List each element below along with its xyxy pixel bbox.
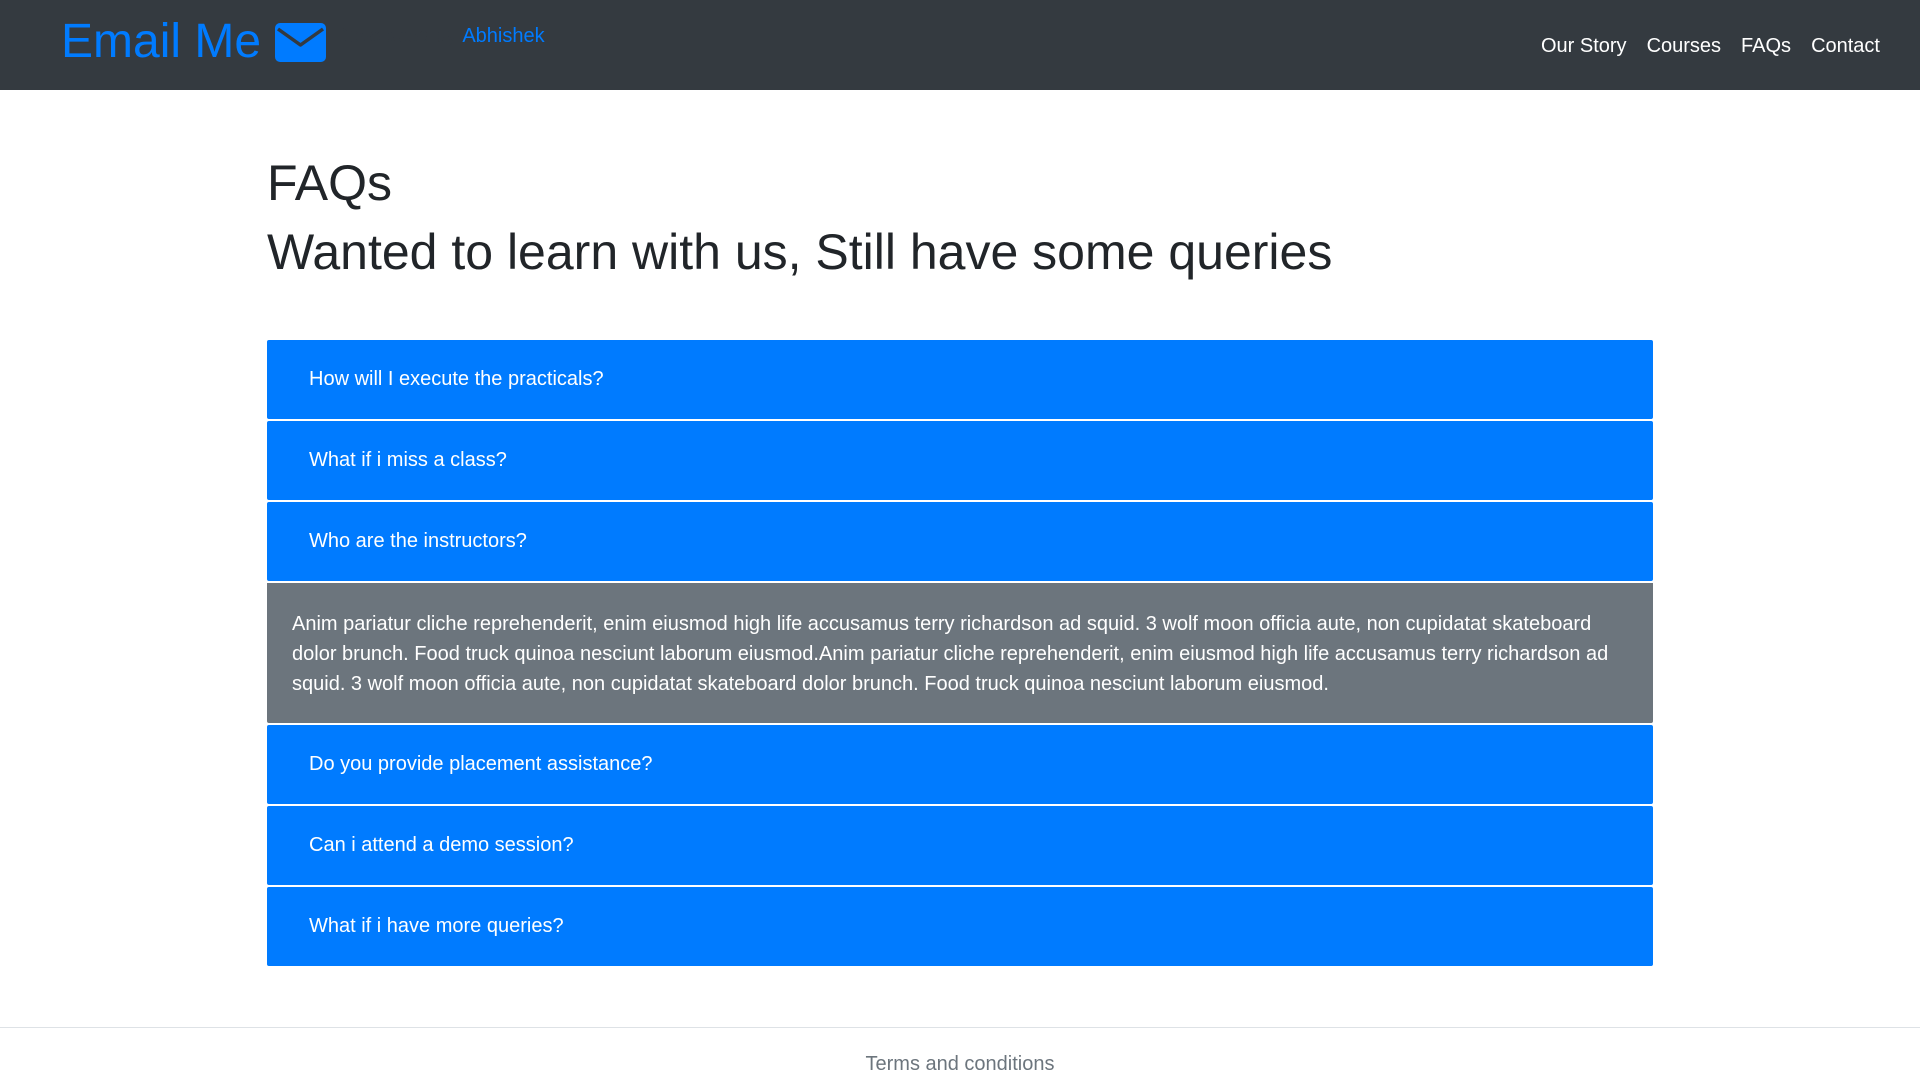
envelope-icon: [275, 22, 327, 62]
faq-question-instructors[interactable]: Who are the instructors?: [267, 502, 1653, 581]
nav-link-contact[interactable]: Contact: [1801, 30, 1890, 62]
developed-prefix: Developed by: [334, 25, 457, 47]
nav-link-faqs[interactable]: FAQs: [1731, 30, 1801, 62]
brand-link[interactable]: Email Me: [61, 12, 327, 72]
faq-question-more-queries[interactable]: What if i have more queries?: [267, 887, 1653, 966]
page-title: FAQs: [267, 155, 393, 211]
faq-question-practicals[interactable]: How will I execute the practicals?: [267, 340, 1653, 419]
faq-question-placement[interactable]: Do you provide placement assistance?: [267, 725, 1653, 804]
nav-links: Our Story Courses FAQs Contact: [1531, 30, 1890, 62]
faq-answer-instructors: Anim pariatur cliche reprehenderit, enim…: [267, 583, 1653, 723]
faq-accordion: How will I execute the practicals? What …: [267, 340, 1653, 968]
nav-link-our-story[interactable]: Our Story: [1531, 30, 1637, 62]
page-headings: FAQs Wanted to learn with us, Still have…: [267, 150, 1653, 288]
page-footer: Terms and conditions: [0, 1027, 1920, 1078]
page-subtitle: Wanted to learn with us, Still have some…: [267, 224, 1333, 280]
brand-label: Email Me: [61, 15, 262, 68]
nav-link-courses[interactable]: Courses: [1637, 30, 1731, 62]
top-navbar: Email Me Developed by Abhishek Our Story …: [0, 0, 1920, 90]
faq-question-demo-session[interactable]: Can i attend a demo session?: [267, 806, 1653, 885]
terms-link[interactable]: Terms and conditions: [866, 1052, 1055, 1076]
developed-by: Developed by Abhishek: [334, 24, 545, 48]
faq-question-miss-class[interactable]: What if i miss a class?: [267, 421, 1653, 500]
author-link[interactable]: Abhishek: [462, 25, 544, 47]
